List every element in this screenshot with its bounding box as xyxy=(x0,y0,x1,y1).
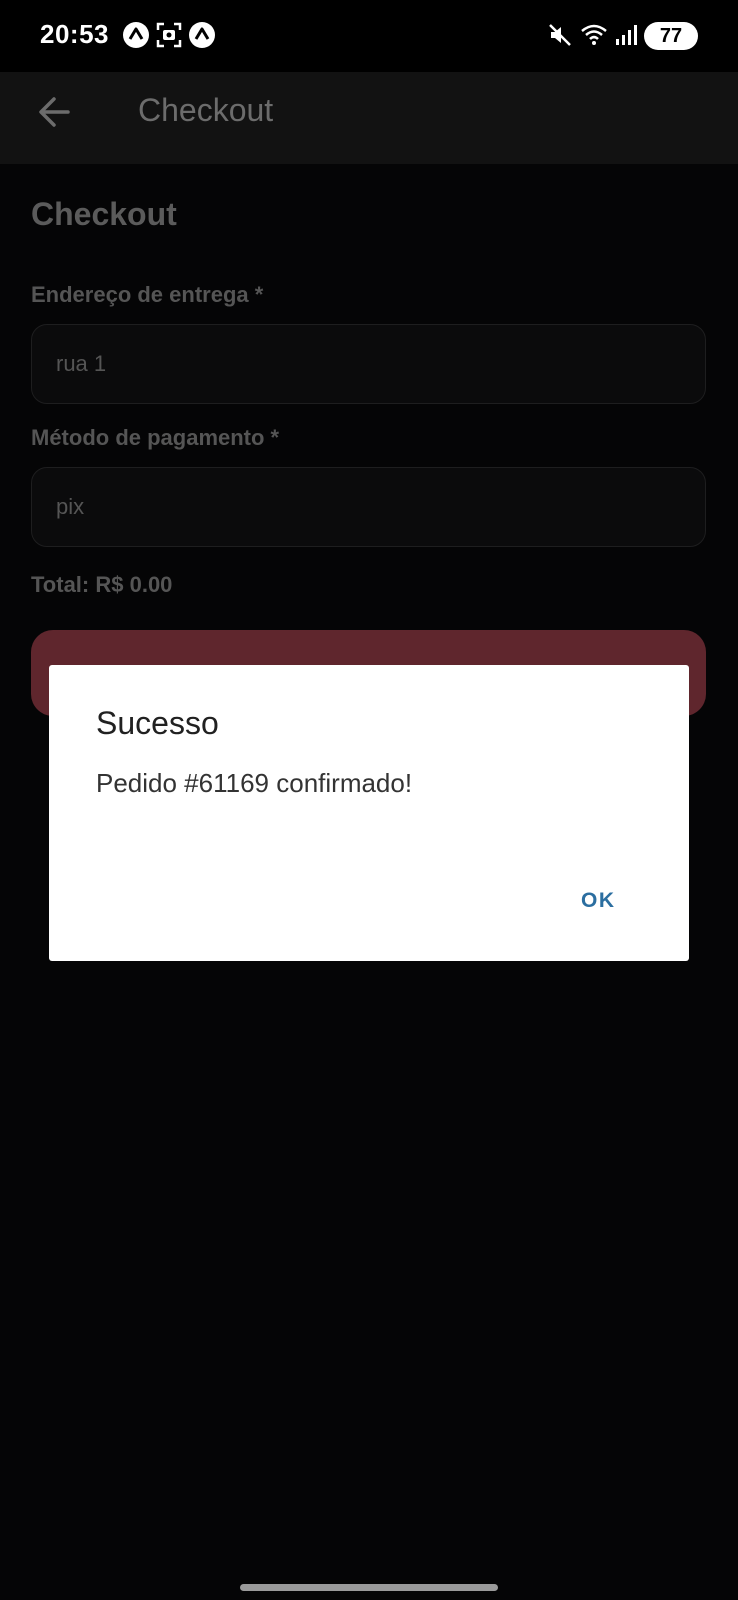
total-text: Total: R$ 0.00 xyxy=(31,572,173,597)
home-indicator[interactable] xyxy=(240,1584,498,1591)
address-field[interactable] xyxy=(31,324,706,404)
app-notification-icon xyxy=(189,22,215,48)
page-title: Checkout xyxy=(31,196,177,232)
mute-icon xyxy=(549,24,571,46)
app-notification-icon xyxy=(123,22,149,48)
wifi-icon xyxy=(581,24,607,45)
payment-label: Método de pagamento * xyxy=(31,425,280,450)
screenshot-icon xyxy=(156,22,182,48)
signal-icon xyxy=(616,25,637,45)
success-dialog: Sucesso Pedido #61169 confirmado! OK xyxy=(49,665,689,961)
arrow-left-icon[interactable] xyxy=(34,92,74,132)
dialog-title: Sucesso xyxy=(96,705,219,741)
app-bar: Checkout xyxy=(0,72,738,164)
status-bar: 20:53 77 xyxy=(0,0,738,72)
status-time: 20:53 xyxy=(40,19,109,49)
ok-button[interactable]: OK xyxy=(573,885,624,917)
dialog-message: Pedido #61169 confirmado! xyxy=(96,768,413,798)
battery-icon: 77 xyxy=(644,22,698,50)
battery-level: 77 xyxy=(659,25,683,47)
address-label: Endereço de entrega * xyxy=(31,282,264,307)
payment-method-field[interactable] xyxy=(31,467,706,547)
app-bar-title: Checkout xyxy=(138,92,274,128)
